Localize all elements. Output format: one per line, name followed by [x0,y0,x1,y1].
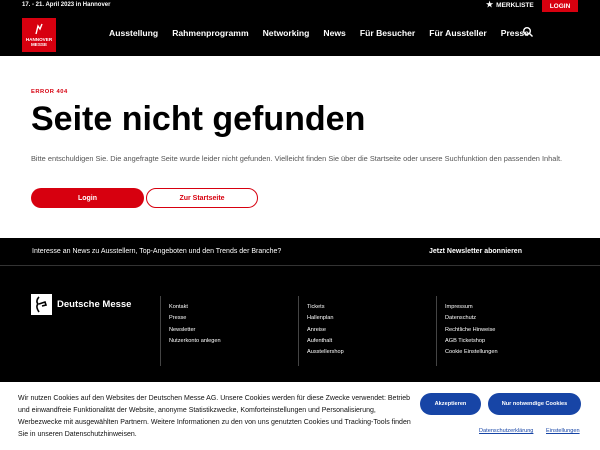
event-date: 17. - 21. April 2023 in Hannover [22,2,111,8]
footer-divider [436,296,437,366]
footer-link-aufenthalt[interactable]: Aufenthalt [307,336,344,347]
footer-link-rechtliche-hinweise[interactable]: Rechtliche Hinweise [445,325,498,336]
top-login-button[interactable]: LOGIN [542,0,578,12]
footer-link-hallenplan[interactable]: Hallenplan [307,313,344,324]
top-bar: 17. - 21. April 2023 in Hannover ★ MERKL… [0,0,600,12]
footer-column-3: Impressum Datenschutz Rechtliche Hinweis… [445,302,498,358]
nav-item-fuer-besucher[interactable]: Für Besucher [360,28,415,38]
error-section: ERROR 404 Seite nicht gefunden Bitte ent… [0,56,600,238]
footer-link-kontakt[interactable]: Kontakt [169,302,221,313]
home-button[interactable]: Zur Startseite [146,188,258,208]
cookie-necessary-button[interactable]: Nur notwendige Cookies [488,393,581,415]
footer-column-1: Kontakt Presse Newsletter Nutzerkonto an… [169,302,221,347]
nav-item-ausstellung[interactable]: Ausstellung [109,28,158,38]
logo-mark-icon [35,23,43,35]
hannover-messe-logo[interactable]: HANNOVER MESSE [22,18,56,52]
cookie-settings-link[interactable]: Einstellungen [546,428,580,434]
footer-brand: Deutsche Messe [57,299,132,310]
footer-link-tickets[interactable]: Tickets [307,302,344,313]
star-icon: ★ [486,0,494,9]
footer-link-datenschutz[interactable]: Datenschutz [445,313,498,324]
footer-link-presse[interactable]: Presse [169,313,221,324]
main-nav: Ausstellung Rahmenprogramm Networking Ne… [109,28,529,38]
footer-link-cookie-einstellungen[interactable]: Cookie Einstellungen [445,347,498,358]
nav-item-news[interactable]: News [323,28,345,38]
cookie-accept-button[interactable]: Akzeptieren [420,393,481,415]
main-header: HANNOVER MESSE Ausstellung Rahmenprogram… [0,12,600,56]
footer-link-newsletter[interactable]: Newsletter [169,325,221,336]
error-description: Bitte entschuldigen Sie. Die angefragte … [31,154,563,163]
footer-link-impressum[interactable]: Impressum [445,302,498,313]
newsletter-text: Interesse an News zu Ausstellern, Top-An… [32,248,282,255]
nav-item-fuer-aussteller[interactable]: Für Aussteller [429,28,486,38]
nav-item-rahmenprogramm[interactable]: Rahmenprogramm [172,28,248,38]
search-icon[interactable] [522,26,534,38]
cookie-text: Wir nutzen Cookies auf den Websites der … [18,395,411,438]
merkliste-link[interactable]: ★ MERKLISTE [486,1,534,9]
page-title: Seite nicht gefunden [31,100,366,138]
cookie-banner: Wir nutzen Cookies auf den Websites der … [0,382,600,450]
privacy-policy-link[interactable]: Datenschutzerklärung [479,428,533,434]
footer-link-ausstellershop[interactable]: Ausstellershop [307,347,344,358]
deutsche-messe-logo[interactable]: Deutsche Messe [31,294,131,315]
merkliste-label: MERKLISTE [496,1,534,9]
footer-divider [160,296,161,366]
error-code-label: ERROR 404 [31,89,68,95]
login-button[interactable]: Login [31,188,144,208]
newsletter-subscribe-link[interactable]: Jetzt Newsletter abonnieren [429,248,522,255]
nav-item-networking[interactable]: Networking [263,28,310,38]
footer-link-nutzerkonto[interactable]: Nutzerkonto anlegen [169,336,221,347]
footer-column-2: Tickets Hallenplan Anreise Aufenthalt Au… [307,302,344,358]
deutsche-messe-mark-icon [31,294,52,315]
footer-divider [298,296,299,366]
footer-link-anreise[interactable]: Anreise [307,325,344,336]
logo-line2: MESSE [30,42,48,47]
newsletter-bar: Interesse an News zu Ausstellern, Top-An… [0,238,600,266]
footer-link-agb-ticketshop[interactable]: AGB Ticketshop [445,336,498,347]
